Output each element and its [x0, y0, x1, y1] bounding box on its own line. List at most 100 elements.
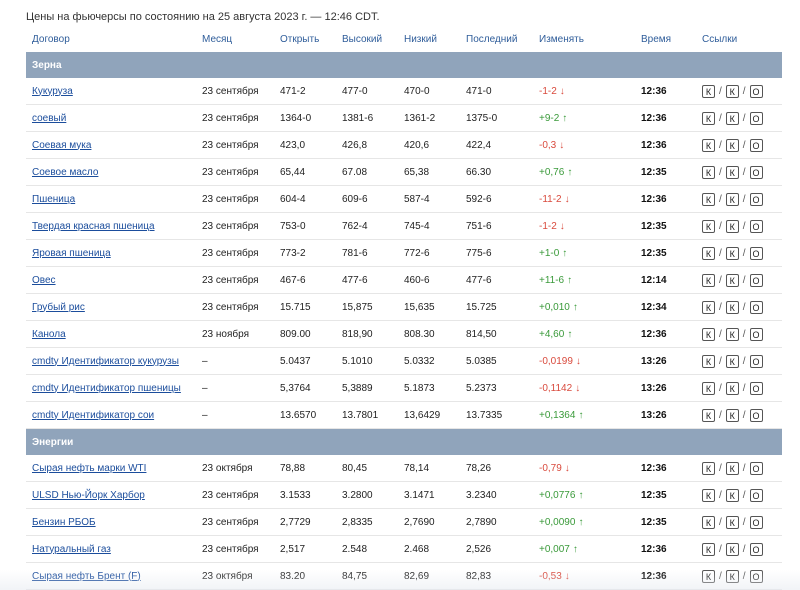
- options-link-button[interactable]: О: [749, 300, 763, 314]
- options-link-button[interactable]: О: [749, 84, 763, 98]
- contract-link[interactable]: ULSD Нью-Йорк Харбор: [32, 490, 145, 501]
- quote-link-button[interactable]: К: [725, 300, 739, 314]
- cell-time: 12:35: [635, 481, 696, 509]
- chart-link-button[interactable]: К: [702, 219, 715, 233]
- quote-link-button[interactable]: К: [725, 165, 739, 179]
- options-link-button[interactable]: О: [749, 111, 763, 125]
- quote-link-button[interactable]: К: [725, 138, 739, 152]
- section-title: Зерна: [26, 52, 782, 78]
- quote-link-button[interactable]: К: [725, 354, 739, 368]
- quote-link-button[interactable]: К: [725, 273, 739, 287]
- contract-link[interactable]: Пшеница: [32, 194, 75, 205]
- quote-link-button[interactable]: К: [725, 488, 739, 502]
- col-header-last[interactable]: Последний: [460, 27, 533, 52]
- contract-link[interactable]: Грубый рис: [32, 302, 85, 313]
- contract-link[interactable]: Кукуруза: [32, 86, 73, 97]
- quote-link-button[interactable]: К: [725, 84, 739, 98]
- options-link-button[interactable]: О: [749, 461, 763, 475]
- chart-link-button[interactable]: К: [702, 542, 715, 556]
- options-link-button[interactable]: О: [749, 192, 763, 206]
- quote-link-button[interactable]: К: [725, 542, 739, 556]
- cell-low: 5.1873: [398, 374, 460, 402]
- change-text: +11-6: [539, 274, 565, 286]
- chart-link-button[interactable]: К: [702, 246, 715, 260]
- options-link-button[interactable]: О: [749, 327, 763, 341]
- quote-link-button[interactable]: К: [725, 569, 739, 583]
- options-link-button[interactable]: О: [749, 246, 763, 260]
- contract-link[interactable]: Соевое масло: [32, 167, 98, 178]
- options-link-button[interactable]: О: [749, 138, 763, 152]
- options-link-button[interactable]: О: [749, 381, 763, 395]
- quote-link-button[interactable]: К: [725, 515, 739, 529]
- options-link-button[interactable]: О: [749, 542, 763, 556]
- options-link-button[interactable]: О: [749, 515, 763, 529]
- chart-link-button[interactable]: К: [702, 192, 715, 206]
- chart-link-button[interactable]: К: [702, 138, 715, 152]
- quote-link-button[interactable]: К: [725, 461, 739, 475]
- contract-link[interactable]: Сырая нефть марки WTI: [32, 463, 146, 474]
- chart-link-button[interactable]: К: [702, 461, 715, 475]
- cell-change: +0,1364 ↑: [533, 401, 635, 429]
- options-link-button[interactable]: О: [749, 165, 763, 179]
- change-text: -1-2: [539, 85, 557, 97]
- chart-link-button[interactable]: К: [702, 165, 715, 179]
- cell-month: 23 октября: [196, 455, 274, 482]
- chart-link-button[interactable]: К: [702, 381, 715, 395]
- contract-link[interactable]: Сырая нефть Брент (F): [32, 571, 141, 582]
- options-link-button[interactable]: О: [749, 488, 763, 502]
- chart-link-button[interactable]: К: [702, 327, 715, 341]
- col-header-month[interactable]: Месяц: [196, 27, 274, 52]
- chart-link-button[interactable]: К: [702, 354, 715, 368]
- quote-link-button[interactable]: К: [725, 111, 739, 125]
- chart-link-button[interactable]: К: [702, 84, 715, 98]
- chart-link-button[interactable]: К: [702, 273, 715, 287]
- chart-link-button[interactable]: К: [702, 300, 715, 314]
- quote-link-button[interactable]: К: [725, 408, 739, 422]
- link-separator: /: [719, 139, 722, 151]
- col-header-low[interactable]: Низкий: [398, 27, 460, 52]
- contract-link[interactable]: Яровая пшеница: [32, 248, 111, 259]
- link-separator: /: [719, 193, 722, 205]
- chart-link-button[interactable]: К: [702, 569, 715, 583]
- chart-link-button[interactable]: К: [702, 515, 715, 529]
- contract-link[interactable]: Канола: [32, 329, 66, 340]
- col-header-time[interactable]: Время: [635, 27, 696, 52]
- contract-link[interactable]: Овес: [32, 275, 56, 286]
- link-separator: /: [742, 462, 746, 474]
- contract-link[interactable]: Натуральный газ: [32, 544, 111, 555]
- chart-link-button[interactable]: К: [702, 488, 715, 502]
- table-row: cmdty Идентификатор кукурузы –5.0437 5.101…: [26, 347, 782, 375]
- col-header-contract[interactable]: Договор: [26, 27, 196, 52]
- cell-last: 751-6: [460, 212, 533, 240]
- options-link-button[interactable]: О: [749, 273, 763, 287]
- table-header-row: Договор Месяц Открыть Высокий Низкий Пос…: [26, 27, 782, 52]
- col-header-change[interactable]: Изменять: [533, 27, 635, 52]
- quote-link-button[interactable]: К: [725, 327, 739, 341]
- cell-change: -0,3 ↓: [533, 131, 635, 159]
- contract-link[interactable]: cmdty Идентификатор кукурузы: [32, 356, 179, 367]
- options-link-button[interactable]: О: [749, 219, 763, 233]
- contract-link[interactable]: Соевая мука: [32, 140, 91, 151]
- col-header-high[interactable]: Высокий: [336, 27, 398, 52]
- quote-link-button[interactable]: К: [725, 246, 739, 260]
- options-link-button[interactable]: О: [749, 569, 763, 583]
- quote-link-button[interactable]: К: [725, 381, 739, 395]
- change-text: +4,60: [539, 328, 565, 340]
- col-header-open[interactable]: Открыть: [274, 27, 336, 52]
- contract-link[interactable]: Бензин РБОБ: [32, 517, 96, 528]
- options-link-button[interactable]: О: [749, 354, 763, 368]
- table-row: Соевое масло 23 сентября 65,44 67.08 65,38 66…: [26, 158, 782, 186]
- contract-link[interactable]: соевый: [32, 113, 66, 124]
- contract-link[interactable]: cmdty Идентификатор сои: [32, 410, 154, 421]
- chart-link-button[interactable]: К: [702, 111, 715, 125]
- quote-link-button[interactable]: К: [725, 192, 739, 206]
- contract-link[interactable]: Твердая красная пшеница: [32, 221, 155, 232]
- chart-link-button[interactable]: К: [702, 408, 715, 422]
- contract-link[interactable]: cmdty Идентификатор пшеницы: [32, 383, 181, 394]
- quote-link-button[interactable]: К: [725, 219, 739, 233]
- options-link-button[interactable]: О: [749, 408, 763, 422]
- cell-low: 15,635: [398, 293, 460, 321]
- change-value: +0,76 ↑: [539, 167, 572, 178]
- link-separator: /: [742, 328, 746, 340]
- arrow-down-icon: ↓: [559, 85, 565, 97]
